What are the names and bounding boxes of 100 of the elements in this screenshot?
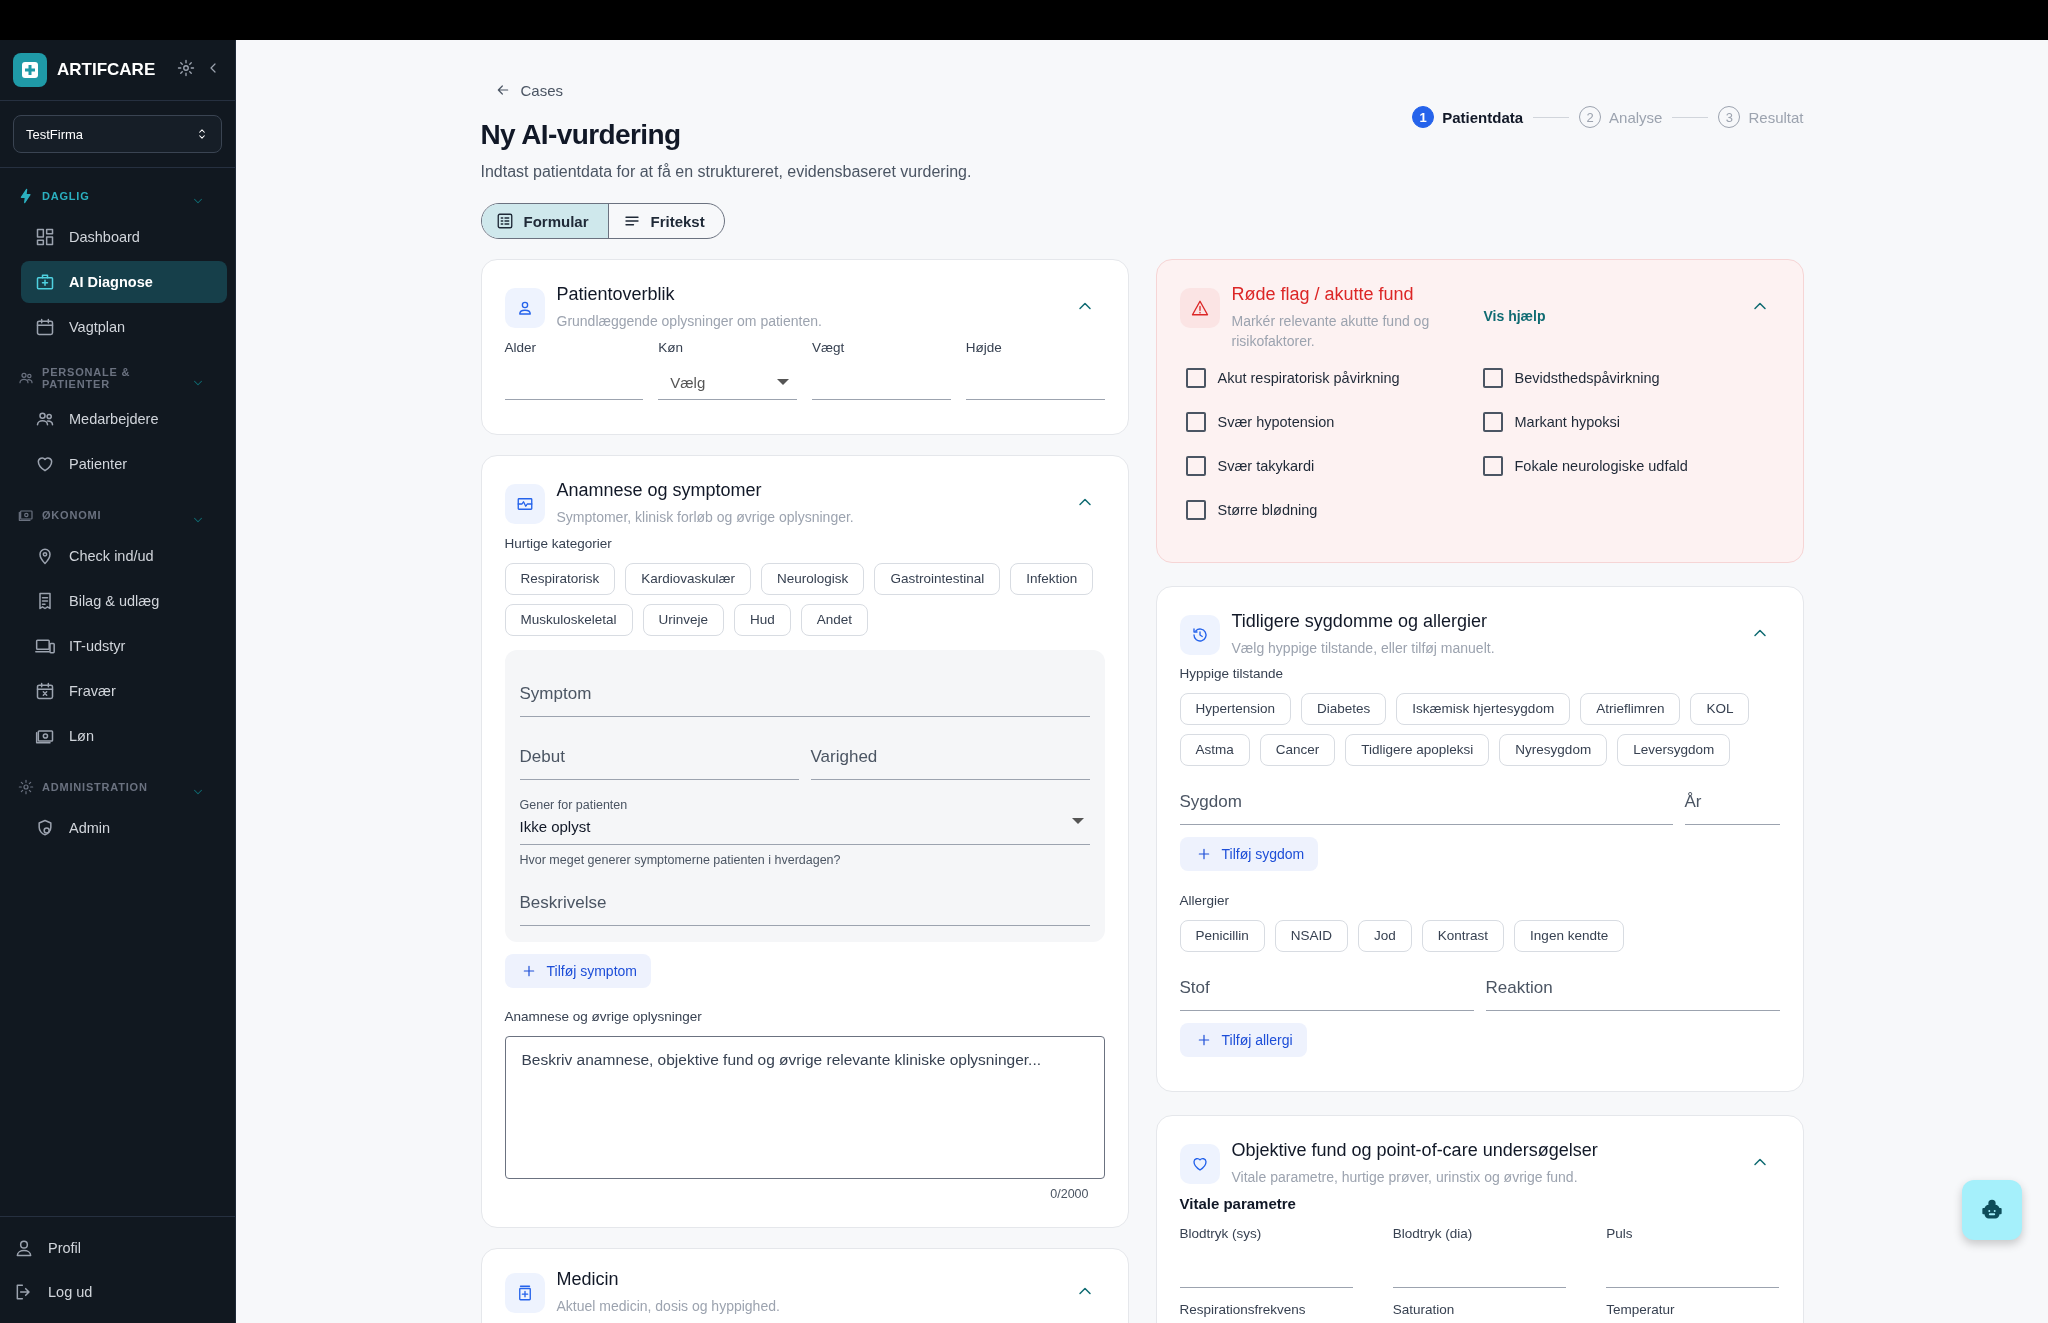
sidebar-item[interactable]: Fravær — [21, 670, 227, 712]
sidebar-item[interactable]: Vagtplan — [21, 306, 227, 348]
chip[interactable]: Muskuloskeletal — [504, 603, 633, 636]
assistant-button[interactable] — [1962, 1180, 2022, 1240]
view-toggle[interactable]: Formular — [481, 204, 608, 238]
chip[interactable]: Neurologisk — [761, 562, 865, 595]
step-label: Analyse — [1609, 108, 1663, 126]
field-label: Blodtryk (sys) — [1179, 1226, 1263, 1242]
money-icon — [18, 507, 34, 523]
checkbox-label: Markant hypoksi — [1514, 413, 1621, 430]
section-header[interactable]: ADMINISTRATION — [42, 781, 183, 793]
chip[interactable]: Hud — [734, 603, 791, 636]
text-field[interactable]: Sygdom — [1179, 765, 1673, 825]
checkbox-label: Større blødning — [1217, 501, 1318, 518]
field-label: Blodtryk (dia) — [1392, 1226, 1474, 1242]
add-disease-button[interactable]: Tilføj sygdom — [1179, 836, 1319, 871]
help-link[interactable]: Vis hjælp — [1483, 308, 1546, 324]
helper-text: Hvor meget generer symptomerne patienten i hverdagen? — [519, 852, 842, 867]
chip[interactable]: Diabetes — [1301, 692, 1387, 725]
text-field[interactable]: Varighed — [810, 720, 1090, 780]
checkbox[interactable] — [1185, 499, 1206, 520]
checkbox-label: Svær takykardi — [1217, 457, 1315, 474]
section-header[interactable]: ØKONOMI — [42, 509, 183, 521]
checkbox[interactable] — [1482, 455, 1503, 476]
sidebar-item[interactable]: Bilag & udlæg — [21, 580, 227, 622]
chip[interactable]: Tidligere apopleksi — [1345, 733, 1490, 766]
text-field[interactable]: Stof — [1179, 951, 1474, 1011]
step-number: 1 — [1412, 106, 1435, 128]
sidebar-item[interactable]: Løn — [21, 715, 227, 757]
add-symptom-button[interactable]: Tilføj symptom — [504, 953, 651, 988]
checkbox[interactable] — [1185, 411, 1206, 432]
settings-icon — [177, 59, 195, 77]
sidebar-item[interactable]: Admin — [21, 807, 227, 849]
page-subtitle: Indtast patientdata for at få en struktureret, evidensbaseret vurdering. — [480, 163, 972, 181]
chip[interactable]: Andet — [800, 603, 869, 636]
chip[interactable]: Jod — [1358, 919, 1412, 952]
card-title: Anamnese og symptomer — [556, 480, 763, 502]
warning-icon — [1190, 299, 1209, 317]
chip[interactable]: Kardiovaskulær — [625, 562, 752, 595]
checkbox[interactable] — [1482, 411, 1503, 432]
text-area[interactable]: Beskriv anamnese, objektive fund og øvrige relevante kliniske oplysninger... — [504, 1035, 1105, 1179]
chip[interactable]: Leversygdom — [1617, 733, 1731, 766]
select-field[interactable]: Gener for patienten Ikke oplyst — [519, 779, 1090, 845]
checkbox[interactable] — [1185, 455, 1206, 476]
dashboard-icon — [35, 227, 55, 247]
sidebar-item[interactable]: Patienter — [21, 443, 227, 485]
chip[interactable]: Astma — [1179, 733, 1250, 766]
person-icon — [14, 1238, 34, 1258]
chip[interactable]: Kontrast — [1421, 919, 1505, 952]
step-label: Patientdata — [1442, 108, 1524, 126]
card-subtitle: Vælg hyppige tilstande, eller tilføj manuelt. — [1231, 638, 1496, 658]
view-toggle[interactable]: Fritekst — [607, 204, 724, 238]
card-title: Røde flag / akutte fund — [1231, 284, 1415, 305]
caret-icon — [1071, 817, 1084, 824]
chip[interactable]: Respiratorisk — [504, 562, 616, 595]
sidebar-item[interactable]: Log ud — [0, 1271, 235, 1313]
chip[interactable]: Cancer — [1259, 733, 1336, 766]
chip[interactable]: Atrieflimren — [1580, 692, 1681, 725]
heart-icon — [35, 454, 55, 474]
section-label: Vitale parametre — [1179, 1195, 1297, 1213]
card-subtitle: Markér relevante akutte fund og risikofaktorer. — [1231, 312, 1431, 352]
chip[interactable]: NSAID — [1274, 919, 1349, 952]
sidebar-item[interactable]: Profil — [0, 1227, 235, 1269]
checkbox[interactable] — [1482, 367, 1503, 388]
company-select[interactable]: TestFirma — [13, 115, 222, 153]
section-header[interactable]: PERSONALE & PATIENTER — [42, 366, 183, 390]
caret-icon — [777, 379, 789, 386]
sidebar-item[interactable]: Dashboard — [21, 216, 227, 258]
form-icon — [495, 212, 514, 230]
sidebar-item[interactable]: IT-udstyr — [21, 625, 227, 667]
brand-name: ARTIFCARE — [57, 60, 157, 80]
section-header[interactable]: DAGLIG — [42, 190, 183, 202]
text-field[interactable]: År — [1684, 765, 1780, 825]
calendar-icon — [35, 317, 55, 337]
chip[interactable]: Ingen kendte — [1514, 919, 1625, 952]
chip[interactable]: Hypertension — [1179, 692, 1292, 725]
text-field[interactable]: Symptom — [519, 657, 1090, 717]
chip[interactable]: KOL — [1690, 692, 1750, 725]
sidebar-item[interactable]: Medarbejdere — [21, 398, 227, 440]
chip[interactable]: Infektion — [1010, 562, 1094, 595]
chip[interactable]: Nyresygdom — [1499, 733, 1608, 766]
card-subtitle: Symptomer, klinisk forløb og øvrige oplysninger. — [556, 508, 855, 528]
checkbox[interactable] — [1185, 367, 1206, 388]
chip[interactable]: Gastrointestinal — [874, 562, 1001, 595]
field-label: Respirationsfrekvens — [1179, 1302, 1307, 1318]
text-field[interactable]: Reaktion — [1485, 951, 1780, 1011]
select-field[interactable]: Vælg — [658, 365, 797, 401]
back-link[interactable]: Cases — [520, 81, 564, 99]
group-label: Allergier — [1179, 892, 1231, 908]
add-allergy-button[interactable]: Tilføj allergi — [1179, 1022, 1307, 1057]
sidebar-item[interactable]: Check ind/ud — [21, 535, 227, 577]
text-field[interactable]: Debut — [519, 720, 799, 780]
sidebar-item[interactable]: AI Diagnose — [21, 261, 227, 303]
gear-icon — [18, 779, 34, 795]
people-icon — [18, 370, 34, 386]
chip[interactable]: Urinveje — [642, 603, 725, 636]
chip[interactable]: Penicillin — [1179, 919, 1265, 952]
card-title: Tidligere sygdomme og allergier — [1231, 610, 1488, 632]
text-field[interactable]: Beskrivelse — [519, 866, 1090, 926]
chip[interactable]: Iskæmisk hjertesygdom — [1396, 692, 1571, 725]
